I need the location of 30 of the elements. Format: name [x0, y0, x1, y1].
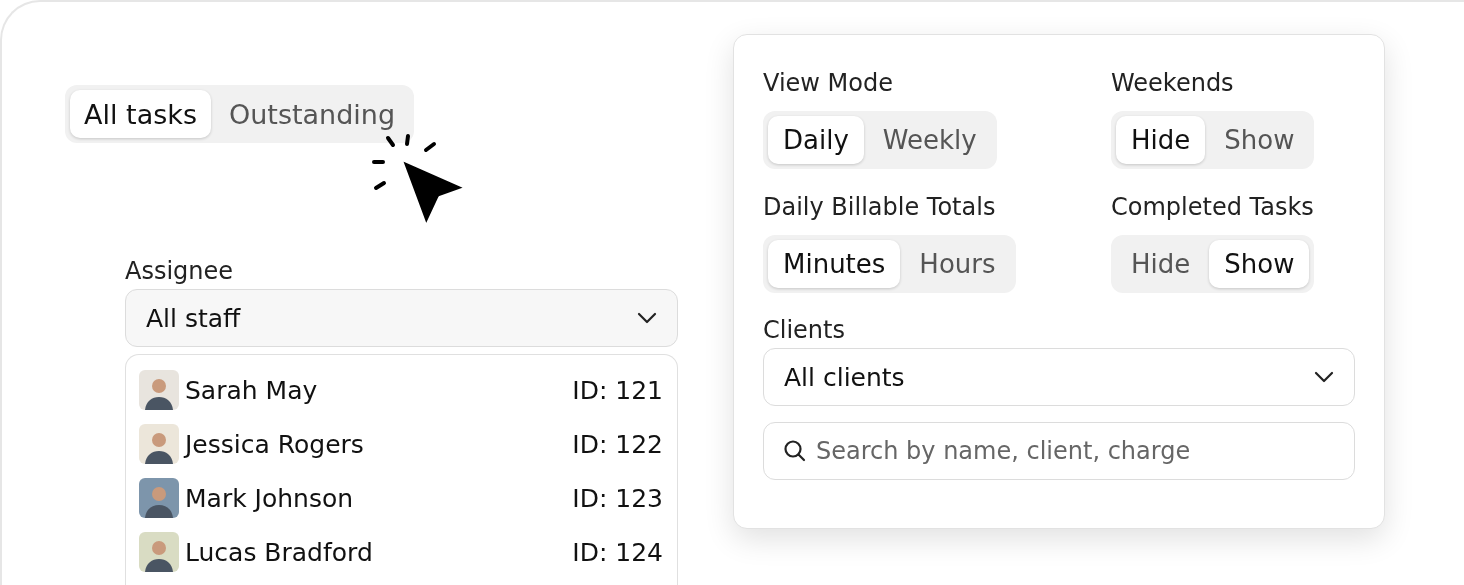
field-label: Clients [763, 315, 846, 346]
segment-option[interactable]: Minutes [768, 240, 901, 288]
staff-name: Jessica Rogers [185, 429, 365, 459]
setting-label: Daily Billable Totals [763, 192, 996, 223]
setting-label: Weekends [1111, 68, 1234, 99]
segment-option[interactable]: Show [1209, 240, 1310, 288]
segment-option[interactable]: Show [1209, 116, 1310, 164]
segment-option[interactable]: Hours [904, 240, 1011, 288]
staff-id: ID: 122 [572, 429, 663, 459]
search-field[interactable]: Search by name, client, charge [763, 422, 1355, 480]
staff-id: ID: 123 [572, 483, 663, 513]
staff-name: Mark Johnson [185, 483, 355, 513]
staff-id: ID: 124 [572, 537, 663, 567]
segment-option[interactable]: Daily [768, 116, 864, 164]
search-icon [783, 439, 807, 463]
segment-option[interactable]: Hide [1116, 240, 1206, 288]
staff-name: Lucas Bradford [185, 537, 374, 567]
field-label: Assignee [125, 256, 235, 287]
clients-select[interactable]: All clients [763, 348, 1355, 406]
filter-tab[interactable]: All tasks [70, 90, 211, 138]
segment-option[interactable]: Weekly [867, 116, 992, 164]
assignee-select[interactable]: All staff [125, 289, 678, 347]
segment-option[interactable]: Hide [1116, 116, 1206, 164]
setting-label: View Mode [763, 68, 893, 99]
setting-label: Completed Tasks [1111, 192, 1314, 223]
filter-tab[interactable]: Outstanding [214, 90, 410, 138]
chevron-down-icon [1314, 371, 1334, 383]
chevron-down-icon [637, 312, 657, 324]
staff-id: ID: 121 [572, 375, 663, 405]
staff-name: Sarah May [185, 375, 319, 405]
